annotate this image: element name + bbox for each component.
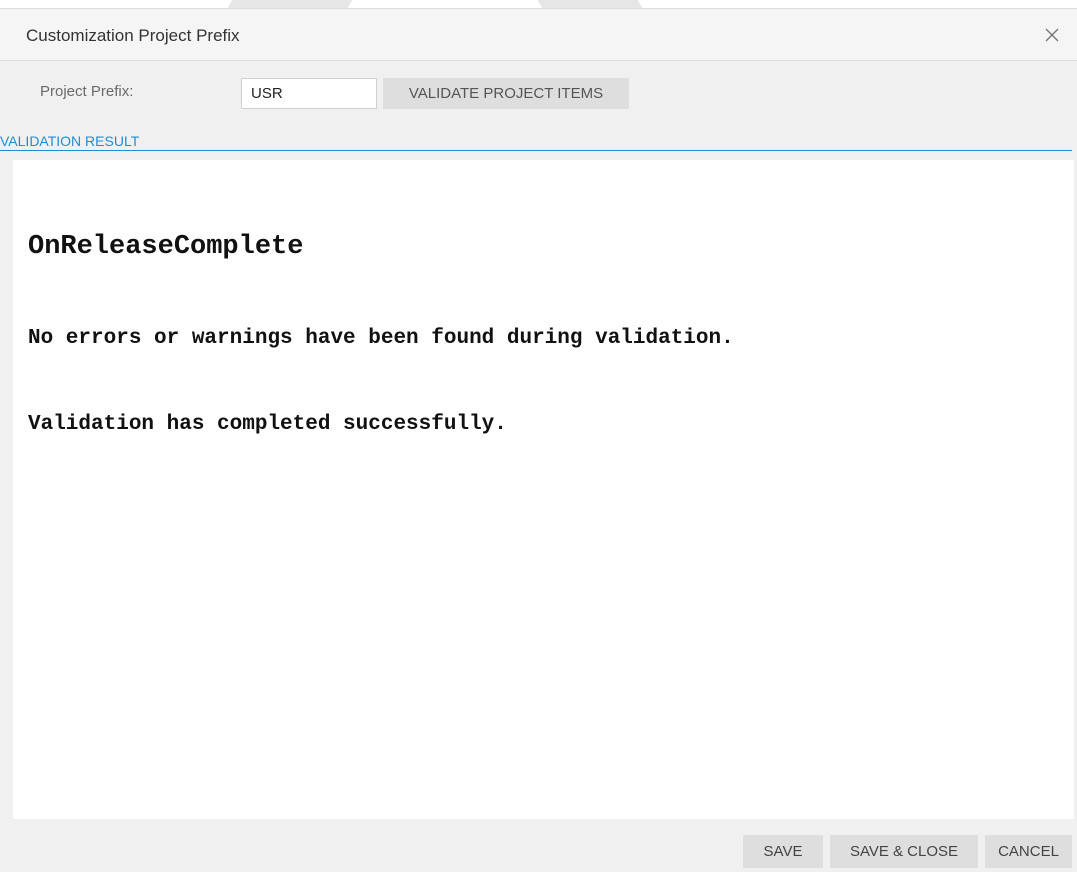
cancel-button[interactable]: CANCEL	[985, 835, 1072, 868]
background-shape-left	[227, 0, 353, 8]
validation-result-label: VALIDATION RESULT	[0, 133, 148, 149]
close-button[interactable]	[1041, 24, 1063, 46]
fieldset-divider	[0, 150, 1072, 151]
save-and-close-button[interactable]: SAVE & CLOSE	[830, 835, 978, 868]
validation-result-panel: OnReleaseComplete No errors or warnings …	[13, 160, 1074, 819]
dialog-titlebar: Customization Project Prefix	[0, 9, 1077, 61]
validation-result-fieldset: VALIDATION RESULT	[0, 127, 1077, 157]
customization-project-prefix-dialog: Customization Project Prefix Project Pre…	[0, 8, 1077, 872]
result-message-no-errors: No errors or warnings have been found du…	[28, 327, 734, 350]
save-button[interactable]: SAVE	[743, 835, 823, 868]
dialog-footer: SAVE SAVE & CLOSE CANCEL	[0, 819, 1077, 873]
background-shape-right	[537, 0, 643, 8]
project-prefix-input[interactable]	[241, 78, 377, 109]
result-message-success: Validation has completed successfully.	[28, 413, 507, 436]
project-prefix-label: Project Prefix:	[40, 83, 134, 100]
prefix-form-row: Project Prefix: VALIDATE PROJECT ITEMS	[0, 61, 1077, 121]
result-heading: OnReleaseComplete	[28, 232, 304, 262]
validate-project-items-button[interactable]: VALIDATE PROJECT ITEMS	[383, 78, 629, 109]
dialog-title: Customization Project Prefix	[26, 26, 240, 45]
close-icon	[1045, 28, 1059, 42]
